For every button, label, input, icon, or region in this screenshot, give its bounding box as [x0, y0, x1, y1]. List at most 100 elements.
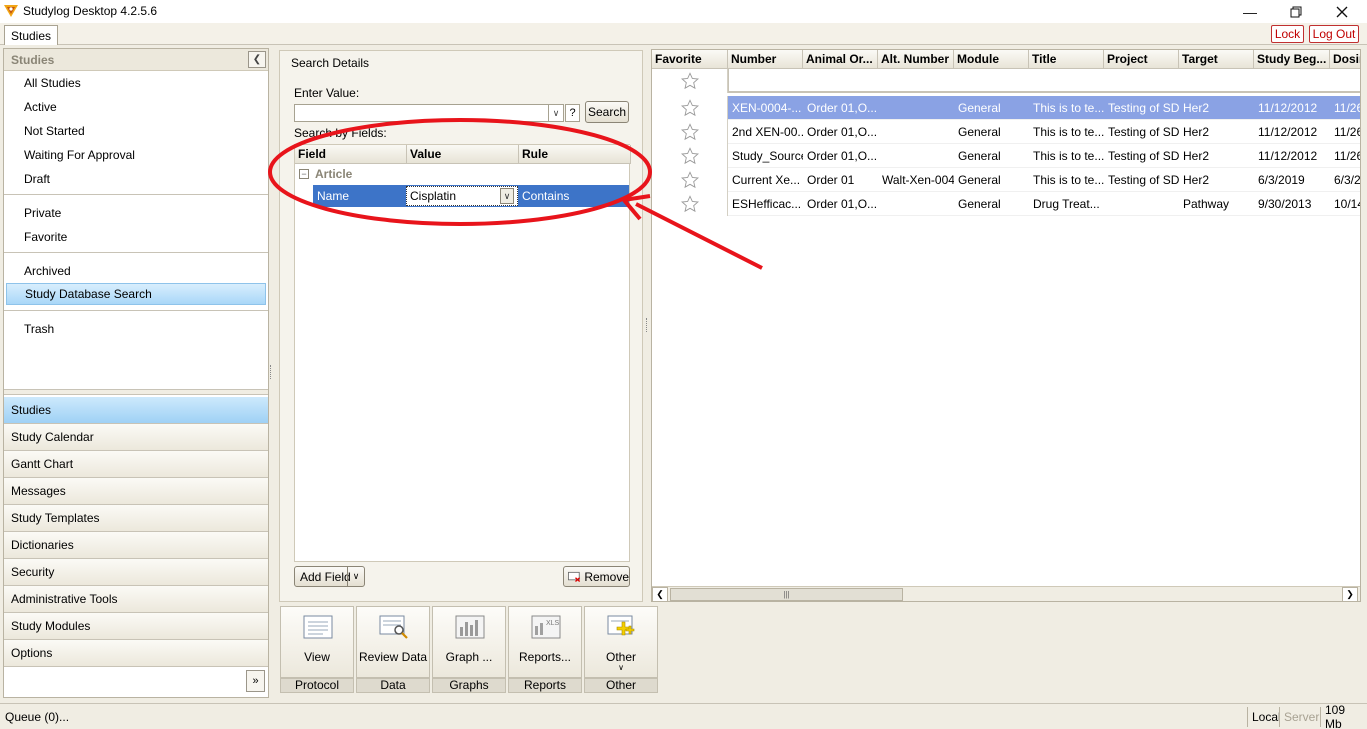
cell-target[interactable]: Her2 [1179, 168, 1254, 192]
star-icon[interactable] [652, 69, 728, 93]
horizontal-scrollbar[interactable]: ❮ ||| ❯ [652, 586, 1360, 601]
column-header-target[interactable]: Target [1179, 50, 1254, 69]
cell-project[interactable] [1104, 192, 1179, 216]
rule-cell[interactable]: Contains [518, 185, 629, 207]
cell-number[interactable]: XEN-0004-... [728, 96, 803, 120]
sidebar-item-draft[interactable]: Draft [6, 168, 266, 190]
cell-title[interactable]: Drug Treat... [1029, 192, 1104, 216]
column-header-study-begin[interactable]: Study Beg... [1254, 50, 1330, 69]
column-header-alt-number[interactable]: Alt. Number [878, 50, 954, 69]
cell-module[interactable]: General [954, 144, 1029, 168]
cell-dosing[interactable]: 10/14 [1330, 192, 1360, 216]
enter-value-combo[interactable]: ∨ [294, 104, 564, 122]
expand-sections-icon[interactable]: » [246, 670, 265, 692]
cell-number[interactable]: 2nd XEN-00... [728, 120, 803, 144]
tab-studies[interactable]: Studies [4, 25, 59, 46]
star-icon[interactable] [652, 192, 728, 216]
cell-title[interactable]: This is to te... [1029, 96, 1104, 120]
cell-alt[interactable] [878, 192, 954, 216]
table-row[interactable]: ESHefficac... Order 01,O... General Drug Tr… [652, 192, 1360, 216]
table-row[interactable]: 2nd XEN-00... Order 01,O... General This is… [652, 120, 1360, 144]
star-icon[interactable] [652, 120, 728, 144]
chevron-down-icon[interactable]: ∨ [548, 105, 563, 121]
section-security[interactable]: Security [4, 559, 268, 586]
view-protocol-button[interactable]: View [280, 606, 354, 678]
cell-begin[interactable]: 9/30/2013 [1254, 192, 1330, 216]
sidebar-item-trash[interactable]: Trash [6, 318, 266, 340]
vertical-splitter[interactable] [270, 365, 273, 379]
section-messages[interactable]: Messages [4, 478, 268, 505]
column-header-value[interactable]: Value [407, 145, 519, 164]
cell-begin[interactable]: 11/12/2012 [1254, 144, 1330, 168]
collapse-group-icon[interactable]: − [299, 169, 309, 179]
remove-button[interactable]: Remove [563, 566, 630, 587]
star-icon[interactable] [652, 96, 728, 120]
cell-module[interactable]: General [954, 192, 1029, 216]
star-icon[interactable] [652, 168, 728, 192]
help-button[interactable]: ? [565, 104, 580, 122]
section-study-calendar[interactable]: Study Calendar [4, 424, 268, 451]
cell-target[interactable]: Her2 [1179, 144, 1254, 168]
sidebar-item-active[interactable]: Active [6, 96, 266, 118]
queue-status[interactable]: Queue (0)... [5, 710, 69, 724]
cell-target[interactable]: Her2 [1179, 96, 1254, 120]
close-icon[interactable] [1319, 0, 1365, 23]
cell-title[interactable]: This is to te... [1029, 144, 1104, 168]
section-study-templates[interactable]: Study Templates [4, 505, 268, 532]
table-row[interactable]: Study_Source Order 01,O... General This is … [652, 144, 1360, 168]
restore-icon[interactable] [1273, 0, 1319, 23]
column-header-favorite[interactable]: Favorite [652, 50, 728, 69]
cell-animal[interactable]: Order 01,O... [803, 192, 878, 216]
cell-module[interactable]: General [954, 96, 1029, 120]
cell-title[interactable]: This is to te... [1029, 168, 1104, 192]
chevron-down-icon[interactable]: ∨ [347, 567, 364, 586]
cell-animal[interactable]: Order 01 [803, 168, 878, 192]
scroll-thumb[interactable]: ||| [670, 588, 903, 601]
cell-project[interactable]: Testing of SD [1104, 168, 1179, 192]
cell-module[interactable]: General [954, 168, 1029, 192]
column-header-number[interactable]: Number [728, 50, 803, 69]
cell-dosing[interactable]: 6/3/2 [1330, 168, 1360, 192]
sidebar-item-waiting-for-approval[interactable]: Waiting For Approval [6, 144, 266, 166]
column-header-title[interactable]: Title [1029, 50, 1104, 69]
value-cell[interactable]: Cisplatin ∨ [406, 186, 518, 206]
cell-dosing[interactable]: 11/26 [1330, 96, 1360, 120]
table-row[interactable]: XEN-0004-... Order 01,O... General This is … [652, 96, 1360, 120]
section-studies[interactable]: Studies [4, 397, 268, 424]
cell-module[interactable]: General [954, 120, 1029, 144]
field-cell[interactable]: Name [313, 185, 406, 207]
section-dictionaries[interactable]: Dictionaries [4, 532, 268, 559]
cell-alt[interactable]: Walt-Xen-004 [878, 168, 954, 192]
vertical-splitter[interactable] [646, 318, 649, 332]
column-header-dosing[interactable]: Dosin [1330, 50, 1360, 69]
panel-splitter[interactable] [4, 389, 268, 395]
filter-input[interactable] [728, 69, 1360, 93]
column-header-field[interactable]: Field [295, 145, 407, 164]
sidebar-item-archived[interactable]: Archived [6, 260, 266, 282]
lock-button[interactable]: Lock [1271, 25, 1304, 43]
column-header-project[interactable]: Project [1104, 50, 1179, 69]
column-header-rule[interactable]: Rule [519, 145, 631, 164]
table-row[interactable]: Current Xe... Order 01 Walt-Xen-004 General… [652, 168, 1360, 192]
sidebar-item-study-database-search[interactable]: Study Database Search [6, 283, 266, 305]
search-button[interactable]: Search [585, 101, 629, 123]
add-field-button[interactable]: Add Field ∨ [294, 566, 365, 587]
cell-project[interactable]: Testing of SD [1104, 96, 1179, 120]
chevron-down-icon[interactable]: ∨ [500, 188, 514, 204]
column-header-module[interactable]: Module [954, 50, 1029, 69]
sidebar-item-not-started[interactable]: Not Started [6, 120, 266, 142]
collapse-panel-icon[interactable]: ❮ [248, 51, 266, 68]
star-icon[interactable] [652, 144, 728, 168]
sidebar-item-private[interactable]: Private [6, 202, 266, 224]
cell-number[interactable]: ESHefficac... [728, 192, 803, 216]
cell-dosing[interactable]: 11/26 [1330, 120, 1360, 144]
other-button[interactable]: Other ∨ [584, 606, 658, 678]
cell-begin[interactable]: 6/3/2019 [1254, 168, 1330, 192]
section-study-modules[interactable]: Study Modules [4, 613, 268, 640]
cell-animal[interactable]: Order 01,O... [803, 120, 878, 144]
cell-project[interactable]: Testing of SD [1104, 120, 1179, 144]
search-field-row[interactable]: Name Cisplatin ∨ Contains [313, 185, 629, 207]
reports-button[interactable]: XLS Reports... [508, 606, 582, 678]
cell-dosing[interactable]: 11/26 [1330, 144, 1360, 168]
cell-animal[interactable]: Order 01,O... [803, 144, 878, 168]
